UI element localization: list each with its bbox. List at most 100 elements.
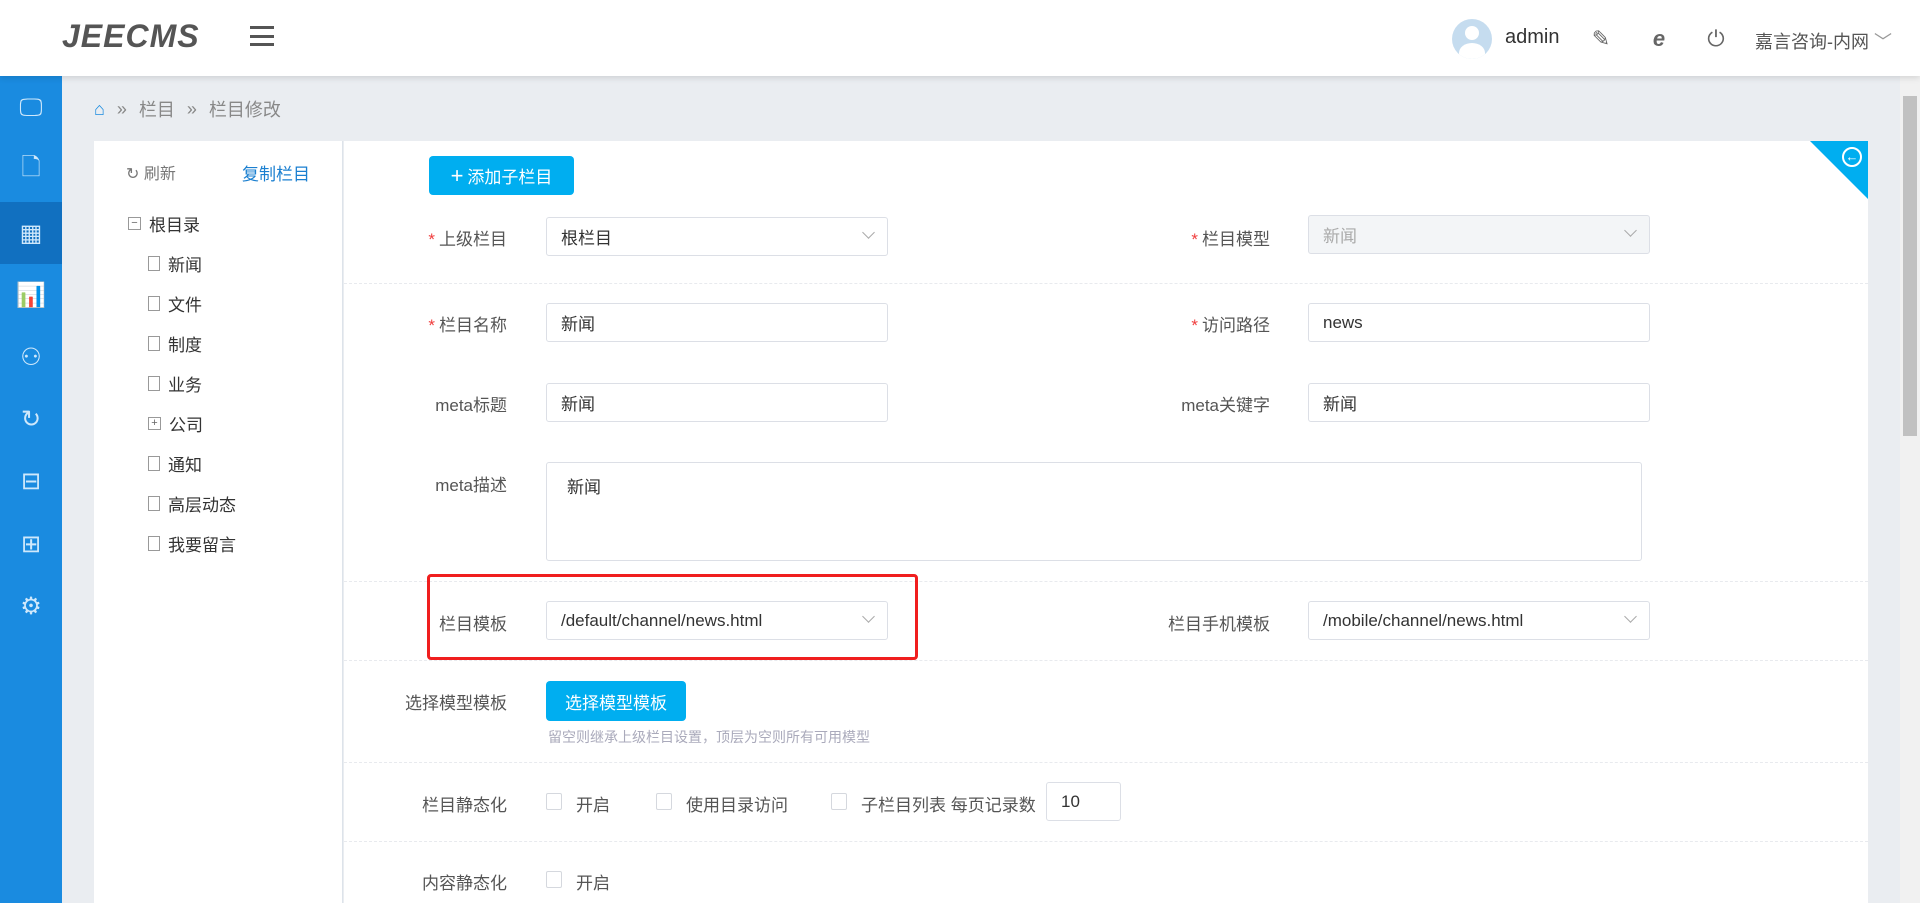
- sidebar-item-sync[interactable]: ↻: [0, 388, 62, 450]
- sidebar-item-content[interactable]: 🗋: [0, 139, 62, 201]
- select-model-button[interactable]: 选择模型模板: [546, 681, 686, 721]
- sidebar-item-stats[interactable]: 📊: [0, 264, 62, 326]
- meta-title-input[interactable]: 新闻: [546, 383, 888, 422]
- breadcrumb-item[interactable]: 栏目: [139, 96, 175, 122]
- content-static-on-label: 开启: [576, 874, 610, 893]
- sidebar-item-tools[interactable]: ⊟: [0, 450, 62, 512]
- tree-label: 业务: [168, 376, 202, 395]
- content-static-label: 内容静态化: [422, 874, 507, 893]
- logo: JEECMS: [62, 18, 200, 54]
- collapse-icon[interactable]: −: [128, 217, 141, 230]
- copy-channel-link[interactable]: 复制栏目: [242, 160, 310, 185]
- model-label: * 栏目模型: [1191, 230, 1270, 249]
- username[interactable]: admin: [1505, 26, 1559, 49]
- menu-icon[interactable]: [250, 26, 274, 46]
- refresh-button[interactable]: ↻ 刷新: [126, 160, 176, 184]
- chevron-down-icon: [862, 610, 875, 623]
- chevron-down-icon: [862, 226, 875, 239]
- scrollbar[interactable]: [1900, 76, 1920, 903]
- tree-root[interactable]: − 根目录: [128, 211, 200, 236]
- chart-icon: 📊: [16, 281, 46, 309]
- channel-static-label: 栏目静态化: [422, 796, 507, 815]
- home-icon[interactable]: ⌂: [94, 99, 105, 120]
- tree-label: 公司: [169, 416, 203, 435]
- gear-icon: ⚙: [20, 592, 42, 620]
- expand-icon[interactable]: +: [148, 417, 161, 430]
- model-select: 新闻: [1308, 215, 1650, 254]
- name-input[interactable]: 新闻: [546, 303, 888, 342]
- divider: [344, 283, 1868, 284]
- select-model-hint: 留空则继承上级栏目设置，顶层为空则所有可用模型: [548, 729, 870, 745]
- ie-browser-icon[interactable]: e: [1646, 26, 1672, 52]
- document-icon: [148, 336, 160, 351]
- tree-label: 高层动态: [168, 496, 236, 515]
- sidebar-item-modules[interactable]: ⊞: [0, 513, 62, 575]
- content-static-checkbox[interactable]: [546, 871, 562, 888]
- tree-label: 制度: [168, 336, 202, 355]
- channel-edit-form: ← + 添加子栏目 * 上级栏目 根栏目 * 栏目模型 新闻 * 栏目名称 新闻 * 访问…: [344, 141, 1868, 903]
- top-header: JEECMS admin ✎ e ⏻ 嘉言咨询-内网 ﹀: [0, 0, 1920, 76]
- document-icon: [148, 496, 160, 511]
- tree-item[interactable]: 新闻: [148, 251, 202, 276]
- path-label: * 访问路径: [1191, 316, 1270, 335]
- meta-keywords-input[interactable]: 新闻: [1308, 383, 1650, 422]
- avatar[interactable]: [1452, 19, 1492, 59]
- document-icon: [148, 296, 160, 311]
- meta-desc-textarea[interactable]: 新闻: [546, 462, 1642, 561]
- add-child-label: 添加子栏目: [467, 168, 553, 187]
- mobile-template-label: 栏目手机模板: [1168, 615, 1270, 634]
- sidebar-item-user[interactable]: ⚇: [0, 326, 62, 388]
- chevron-down-icon: ﹀: [1874, 32, 1893, 52]
- divider: [344, 660, 1868, 661]
- tree-item[interactable]: + 公司: [148, 411, 203, 436]
- refresh-circle-icon: ↻: [20, 405, 42, 433]
- tree-item[interactable]: 高层动态: [148, 491, 236, 516]
- sub-list-checkbox[interactable]: [831, 793, 847, 810]
- sidebar-item-monitor[interactable]: 🖵: [0, 77, 62, 139]
- tree-item[interactable]: 通知: [148, 451, 202, 476]
- power-icon[interactable]: ⏻: [1703, 26, 1729, 52]
- tree-item[interactable]: 制度: [148, 331, 202, 356]
- refresh-label: 刷新: [143, 166, 176, 183]
- add-child-button[interactable]: + 添加子栏目: [429, 156, 574, 195]
- tree-label: 根目录: [149, 216, 200, 235]
- static-on-checkbox[interactable]: [546, 793, 562, 810]
- back-button[interactable]: ←: [1810, 141, 1868, 199]
- tree-item[interactable]: 我要留言: [148, 531, 236, 556]
- user-edit-icon[interactable]: ✎: [1588, 26, 1614, 52]
- document-icon: [148, 256, 160, 271]
- grid-icon: ▦: [19, 219, 43, 247]
- parent-label: * 上级栏目: [428, 230, 507, 249]
- monitor-icon: 🖵: [19, 94, 43, 121]
- sub-list-label: 子栏目列表 每页记录数: [861, 796, 1036, 815]
- user-icon: ⚇: [20, 343, 42, 371]
- template-label: 栏目模板: [439, 615, 507, 634]
- path-input[interactable]: news: [1308, 303, 1650, 342]
- plus-icon: +: [450, 162, 464, 188]
- meta-keywords-label: meta关键字: [1181, 396, 1270, 415]
- select-model-label: 选择模型模板: [405, 694, 507, 713]
- sidebar-item-channel[interactable]: ▦: [0, 202, 62, 264]
- tree-item[interactable]: 业务: [148, 371, 202, 396]
- channel-tree-panel: ↻ 刷新 复制栏目 − 根目录 新闻 文件 制度 业务 + 公司 通知 高层动态 我…: [94, 141, 343, 903]
- breadcrumb-item: 栏目修改: [208, 100, 281, 120]
- site-selector[interactable]: 嘉言咨询-内网 ﹀: [1755, 28, 1892, 54]
- separator-icon: »: [116, 98, 127, 119]
- windows-icon: ⊞: [20, 530, 42, 558]
- separator-icon: »: [186, 98, 197, 119]
- tree-label: 文件: [168, 296, 202, 315]
- document-icon: [148, 376, 160, 391]
- page-size-input[interactable]: 10: [1046, 782, 1121, 821]
- arrow-left-icon: ←: [1842, 147, 1862, 167]
- parent-select[interactable]: 根栏目: [546, 217, 888, 256]
- tree-item[interactable]: 文件: [148, 291, 202, 316]
- use-dir-checkbox[interactable]: [656, 793, 672, 810]
- tree-label: 新闻: [168, 256, 202, 275]
- template-select[interactable]: /default/channel/news.html: [546, 601, 888, 640]
- toolbox-icon: ⊟: [20, 467, 42, 495]
- scrollbar-thumb[interactable]: [1903, 96, 1917, 436]
- mobile-template-select[interactable]: /mobile/channel/news.html: [1308, 601, 1650, 640]
- tree-label: 我要留言: [168, 536, 236, 555]
- sidebar-item-settings[interactable]: ⚙: [0, 575, 62, 637]
- meta-desc-label: meta描述: [435, 476, 507, 495]
